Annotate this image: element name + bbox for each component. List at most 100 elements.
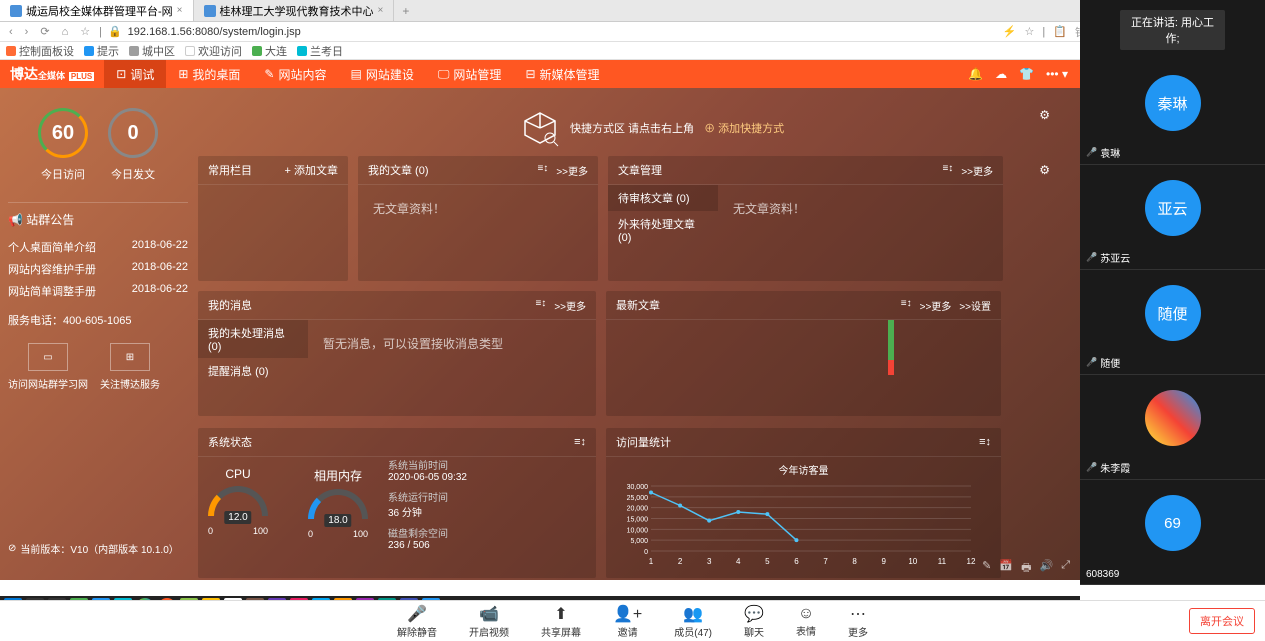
follow-button[interactable]: ⊞关注博达服务 [100, 343, 160, 391]
nav-media[interactable]: ⊟新媒体管理 [513, 60, 611, 88]
bookmark-item[interactable]: 控制面板设 [6, 43, 74, 59]
close-icon[interactable]: × [378, 5, 384, 16]
list-icon[interactable]: ≡↕ [574, 436, 586, 448]
nav-build[interactable]: ▤网站建设 [338, 60, 425, 88]
chat-button[interactable]: 💬聊天 [744, 604, 764, 639]
star-icon[interactable]: ☆ [77, 25, 93, 38]
reload-button[interactable]: ⟳ [37, 25, 52, 38]
announce-item[interactable]: 个人桌面简单介绍2018-06-22 [8, 236, 188, 258]
gear-icon[interactable]: ⚙ [1039, 163, 1050, 177]
scroll-indicator[interactable] [888, 320, 894, 360]
participant[interactable]: 秦琳 🎤袁琳 [1080, 60, 1265, 165]
svg-text:5,000: 5,000 [630, 538, 648, 545]
tab-pending[interactable]: 待审核文章 (0) [608, 185, 718, 211]
chat-icon: 💬 [744, 604, 764, 624]
invite-button[interactable]: 👤+邀请 [613, 604, 642, 639]
settings-link[interactable]: >>设置 [959, 298, 991, 313]
shortcut-area: 快捷方式区 请点击右上角 ⊕ 添加快捷方式 [520, 108, 784, 148]
home-button[interactable]: ⌂ [59, 26, 72, 38]
share-button[interactable]: ⬆共享屏幕 [541, 604, 581, 639]
more-link[interactable]: >>更多 [920, 298, 952, 313]
new-tab-button[interactable]: + [394, 4, 417, 18]
url-input[interactable]: 192.168.1.56:8080/system/login.jsp [128, 26, 628, 38]
tab-reminder[interactable]: 提醒消息 (0) [198, 358, 308, 384]
forward-button[interactable]: › [22, 26, 32, 38]
tab-2[interactable]: 桂林理工大学现代教育技术中心× [194, 0, 395, 21]
invite-icon: 👤+ [613, 604, 642, 624]
bookmark-item[interactable]: 大连 [252, 43, 287, 59]
more-link[interactable]: >>更多 [961, 163, 993, 178]
close-icon[interactable]: × [177, 5, 183, 16]
visits-gauge: 60 今日访问 [38, 108, 88, 182]
emoji-icon: ☺ [796, 605, 816, 623]
scroll-indicator[interactable] [888, 360, 894, 375]
bookmark-icon[interactable]: ☆ [1025, 25, 1035, 38]
nav-desktop[interactable]: ⊞我的桌面 [166, 60, 252, 88]
participant[interactable]: 亚云 🎤苏亚云 [1080, 165, 1265, 270]
learn-button[interactable]: ▭访问网站群学习网 [8, 343, 88, 391]
members-button[interactable]: 👥成员(47) [674, 604, 712, 639]
svg-text:5: 5 [765, 557, 770, 566]
nav-debug[interactable]: ⊡调试 [104, 60, 166, 88]
tab-unread[interactable]: 我的未处理消息 (0) [198, 320, 308, 358]
svg-text:25,000: 25,000 [627, 495, 649, 502]
mic-icon: 🎤 [1086, 252, 1097, 263]
lightning-icon[interactable]: ⚡ [1003, 25, 1017, 38]
edit-icon[interactable]: ✎ [982, 559, 991, 578]
add-shortcut-link[interactable]: ⊕ 添加快捷方式 [704, 120, 784, 136]
unmute-button[interactable]: 🎤解除静音 [397, 604, 437, 639]
participant[interactable]: 69 608369 [1080, 480, 1265, 585]
browser-tabs: 城运局校全媒体群管理平台-网× 桂林理工大学现代教育技术中心× + ⊡ — ▢ … [0, 0, 1265, 22]
list-icon[interactable]: ≡↕ [942, 163, 953, 178]
sound-icon[interactable]: 🔊 [1039, 559, 1053, 578]
leave-button[interactable]: 离开会议 [1189, 608, 1255, 634]
print-icon[interactable]: 🖶 [1021, 559, 1031, 578]
nav-content[interactable]: ✎网站内容 [252, 60, 338, 88]
add-article-link[interactable]: + 添加文章 [285, 162, 338, 178]
list-icon[interactable]: ≡↕ [979, 436, 991, 448]
mic-icon: 🎤 [1086, 357, 1097, 368]
shirt-icon[interactable]: 👕 [1019, 67, 1034, 81]
bookmark-item[interactable]: 兰考日 [297, 43, 343, 59]
empty-text: 无文章资料！ [358, 185, 598, 232]
tab-1[interactable]: 城运局校全媒体群管理平台-网× [0, 0, 194, 21]
expand-icon[interactable]: ⤢ [1061, 559, 1070, 578]
video-button[interactable]: 📹开启视频 [469, 604, 509, 639]
svg-text:10: 10 [908, 557, 917, 566]
latest-articles-card: 最新文章≡↕>>更多>>设置 [606, 291, 1001, 416]
bell-icon[interactable]: 🔔 [968, 67, 983, 81]
more-button[interactable]: ⋯更多 [848, 604, 868, 639]
debug-icon: ⊡ [116, 67, 126, 81]
bookmark-item[interactable]: 提示 [84, 43, 119, 59]
media-icon: ⊟ [525, 67, 535, 81]
my-messages-card: 我的消息≡↕>>更多 我的未处理消息 (0) 提醒消息 (0) 暂无消息，可以设… [198, 291, 596, 416]
bookmark-item[interactable]: 城中区 [129, 43, 175, 59]
participant[interactable]: 随便 🎤随便 [1080, 270, 1265, 375]
user-menu[interactable]: ••• ▾ [1046, 67, 1068, 81]
list-icon[interactable]: ≡↕ [537, 163, 548, 178]
mic-icon: 🎤 [1086, 147, 1097, 158]
cloud-icon[interactable]: ☁ [995, 67, 1007, 81]
announce-item[interactable]: 网站简单调整手册2018-06-22 [8, 280, 188, 302]
gear-icon[interactable]: ⚙ [1039, 108, 1050, 122]
calendar-icon[interactable]: 📅 [999, 559, 1013, 578]
more-link[interactable]: >>更多 [556, 163, 588, 178]
meeting-toolbar: 🎤解除静音 📹开启视频 ⬆共享屏幕 👤+邀请 👥成员(47) 💬聊天 ☺表情 ⋯… [0, 600, 1265, 641]
mic-icon: 🎤 [1086, 462, 1097, 473]
list-icon[interactable]: ≡↕ [535, 298, 546, 313]
more-link[interactable]: >>更多 [554, 298, 586, 313]
participant[interactable]: 🎤朱李霞 [1080, 375, 1265, 480]
more-icon: ⋯ [848, 604, 868, 624]
back-button[interactable]: ‹ [6, 26, 16, 38]
nav-manage[interactable]: 🖵网站管理 [426, 60, 514, 88]
bookmark-item[interactable]: 欢迎访问 [185, 43, 242, 59]
visit-stats-card: 访问量统计≡↕ 今年访客量 05,00010,00015,00020,00025… [606, 428, 1001, 578]
svg-text:20,000: 20,000 [627, 506, 649, 513]
list-icon[interactable]: ≡↕ [901, 298, 912, 313]
svg-text:10,000: 10,000 [627, 527, 649, 534]
emoji-button[interactable]: ☺表情 [796, 605, 816, 638]
announce-item[interactable]: 网站内容维护手册2018-06-22 [8, 258, 188, 280]
tab-external[interactable]: 外来待处理文章 (0) [608, 211, 718, 249]
svg-text:3: 3 [707, 557, 712, 566]
posts-gauge: 0 今日发文 [108, 108, 158, 182]
